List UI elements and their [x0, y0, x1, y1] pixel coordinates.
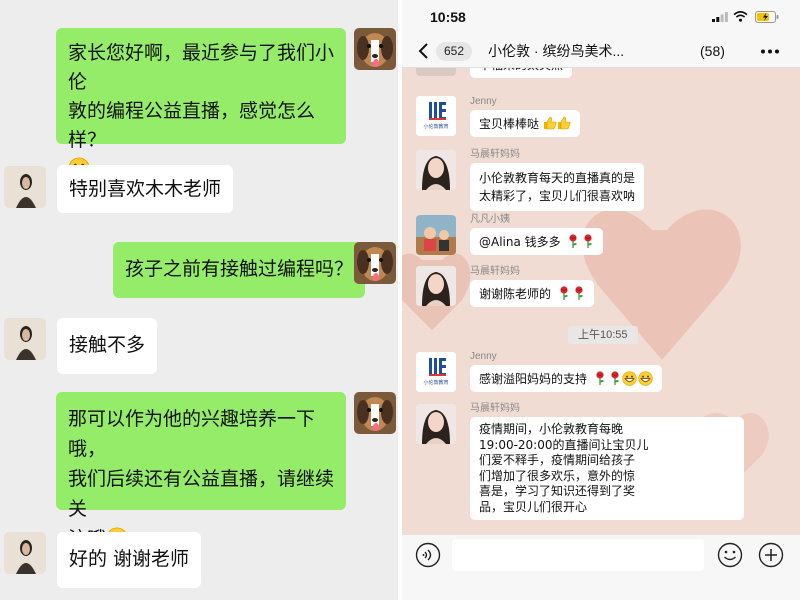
- message-bubble-sent[interactable]: 那可以作为他的兴趣培养一下哦， 我们后续还有公益直播，请继续关 注哦: [56, 392, 346, 550]
- voice-icon[interactable]: [415, 542, 441, 568]
- rose-icon: [596, 371, 604, 385]
- logo-caption: 小伦敦教育: [423, 380, 449, 386]
- more-icon[interactable]: [760, 49, 780, 54]
- rose-icon: [584, 234, 593, 248]
- sender-name: 马晨轩妈妈: [470, 149, 520, 160]
- signal-icon: [712, 12, 728, 22]
- message-text: 我们后续还有公益直播，请继续关: [68, 468, 335, 520]
- thumbs-up-icon: [557, 116, 571, 130]
- contact-avatar[interactable]: [4, 166, 46, 208]
- message-bubble-received[interactable]: 宝贝棒棒哒: [470, 110, 580, 137]
- message-bubble-received[interactable]: 特别喜欢木木老师: [57, 165, 234, 213]
- right-chat-panel: 10:58 652 小伦敦 · 缤纷鸟美术... (58) 幸福来的太突然 65…: [402, 0, 800, 600]
- plus-icon[interactable]: [758, 542, 784, 568]
- sender-name: Jenny: [470, 351, 497, 362]
- contact-avatar[interactable]: [416, 404, 456, 444]
- message-bubble-received[interactable]: 谢谢陈老师的: [470, 280, 594, 307]
- message-text: 疫情期间，小伦敦教育每晚: [479, 422, 624, 436]
- message-input[interactable]: [452, 539, 704, 571]
- message-text: 家长您好啊，最近参与了我们小伦: [68, 42, 335, 93]
- logo-avatar[interactable]: 小伦敦教育: [416, 96, 456, 136]
- message-bubble-received[interactable]: 感谢溢阳妈妈的支持: [470, 365, 662, 392]
- contact-avatar[interactable]: [416, 215, 456, 255]
- grinning-face-icon: [622, 371, 637, 386]
- message-text: 感谢溢阳妈妈的支持: [479, 372, 588, 386]
- message-text: 谢谢陈老师的: [479, 287, 552, 301]
- message-text: 特别喜欢木木老师: [69, 178, 222, 200]
- status-bar: 10:58: [402, 0, 800, 34]
- contact-avatar[interactable]: [416, 150, 456, 190]
- message-bubble-received[interactable]: 疫情期间，小伦敦教育每晚 19:00-20:00的直播间让宝贝儿 们爱不释手，疫…: [470, 417, 744, 520]
- message-text: 那可以作为他的兴趣培养一下哦，: [68, 408, 316, 460]
- contact-avatar[interactable]: [4, 532, 46, 574]
- emoji-icon[interactable]: [717, 542, 743, 568]
- dog-avatar[interactable]: [354, 28, 396, 70]
- message-text: 们增加了很多欢乐，意外的惊: [479, 468, 636, 483]
- message-text: 喜是，学习了知识还得到了奖: [479, 484, 636, 498]
- dog-avatar[interactable]: [354, 392, 396, 434]
- dog-avatar[interactable]: [354, 242, 396, 284]
- status-time: 10:58: [430, 9, 466, 25]
- rose-icon: [575, 286, 583, 300]
- contact-avatar[interactable]: [416, 266, 456, 306]
- sender-name: Jenny: [470, 96, 497, 107]
- unread-count-badge[interactable]: 652: [436, 42, 473, 61]
- message-text: 宝贝棒棒哒: [479, 117, 540, 131]
- message-bubble-received[interactable]: 好的 谢谢老师: [57, 532, 202, 588]
- logo-avatar[interactable]: 小伦敦教育: [416, 352, 456, 392]
- message-text: @Alina 钱多多: [479, 235, 561, 249]
- rose-icon: [611, 371, 619, 385]
- left-chat-panel: 家长您好啊，最近参与了我们小伦 敦的编程公益直播，感觉怎么样？ 特别喜欢木木老师…: [0, 0, 398, 600]
- grinning-face-icon: [638, 371, 653, 386]
- sender-name: 马晨轩妈妈: [470, 266, 520, 277]
- message-text: 太精彩了，宝贝儿们很喜欢呐: [479, 189, 636, 203]
- member-count: (58): [700, 43, 725, 59]
- sender-name: 凡凡小姨: [470, 214, 510, 225]
- message-bubble-received[interactable]: 接触不多: [57, 318, 158, 374]
- time-divider: 上午10:55: [568, 326, 638, 344]
- message-bubble-received[interactable]: @Alina 钱多多: [470, 228, 604, 255]
- back-arrow-icon[interactable]: [416, 41, 430, 61]
- message-text: 19:00-20:00的直播间让宝贝儿: [479, 437, 649, 452]
- wifi-icon: [733, 11, 748, 22]
- message-bubble-received[interactable]: 小伦敦教育每天的直播真的是 太精彩了，宝贝儿们很喜欢呐: [470, 163, 645, 211]
- message-text: 孩子之前有接触过编程吗？: [125, 258, 354, 280]
- contact-avatar[interactable]: [4, 318, 46, 360]
- sender-name: 马晨轩妈妈: [470, 403, 520, 414]
- message-text: 品，宝贝儿们很开心: [479, 499, 588, 514]
- message-bubble-sent[interactable]: 孩子之前有接触过编程吗？: [113, 242, 366, 298]
- logo-caption: 小伦敦教育: [423, 124, 449, 130]
- message-text: 敦的编程公益直播，感觉怎么样？: [68, 100, 316, 151]
- rose-icon: [569, 234, 578, 248]
- message-text: 好的 谢谢老师: [69, 548, 190, 570]
- chat-title: 小伦敦 · 缤纷鸟美术...: [488, 43, 625, 59]
- rose-icon: [560, 286, 568, 300]
- input-bar: [402, 534, 800, 600]
- message-text: 小伦敦教育每天的直播真的是: [479, 171, 636, 185]
- message-text: 接触不多: [69, 334, 146, 356]
- thumbs-up-icon: [543, 116, 557, 130]
- battery-icon: [755, 11, 779, 23]
- message-text: 们爱不释手，疫情期间给孩子: [479, 453, 636, 467]
- message-bubble-sent[interactable]: 家长您好啊，最近参与了我们小伦 敦的编程公益直播，感觉怎么样？: [56, 28, 346, 179]
